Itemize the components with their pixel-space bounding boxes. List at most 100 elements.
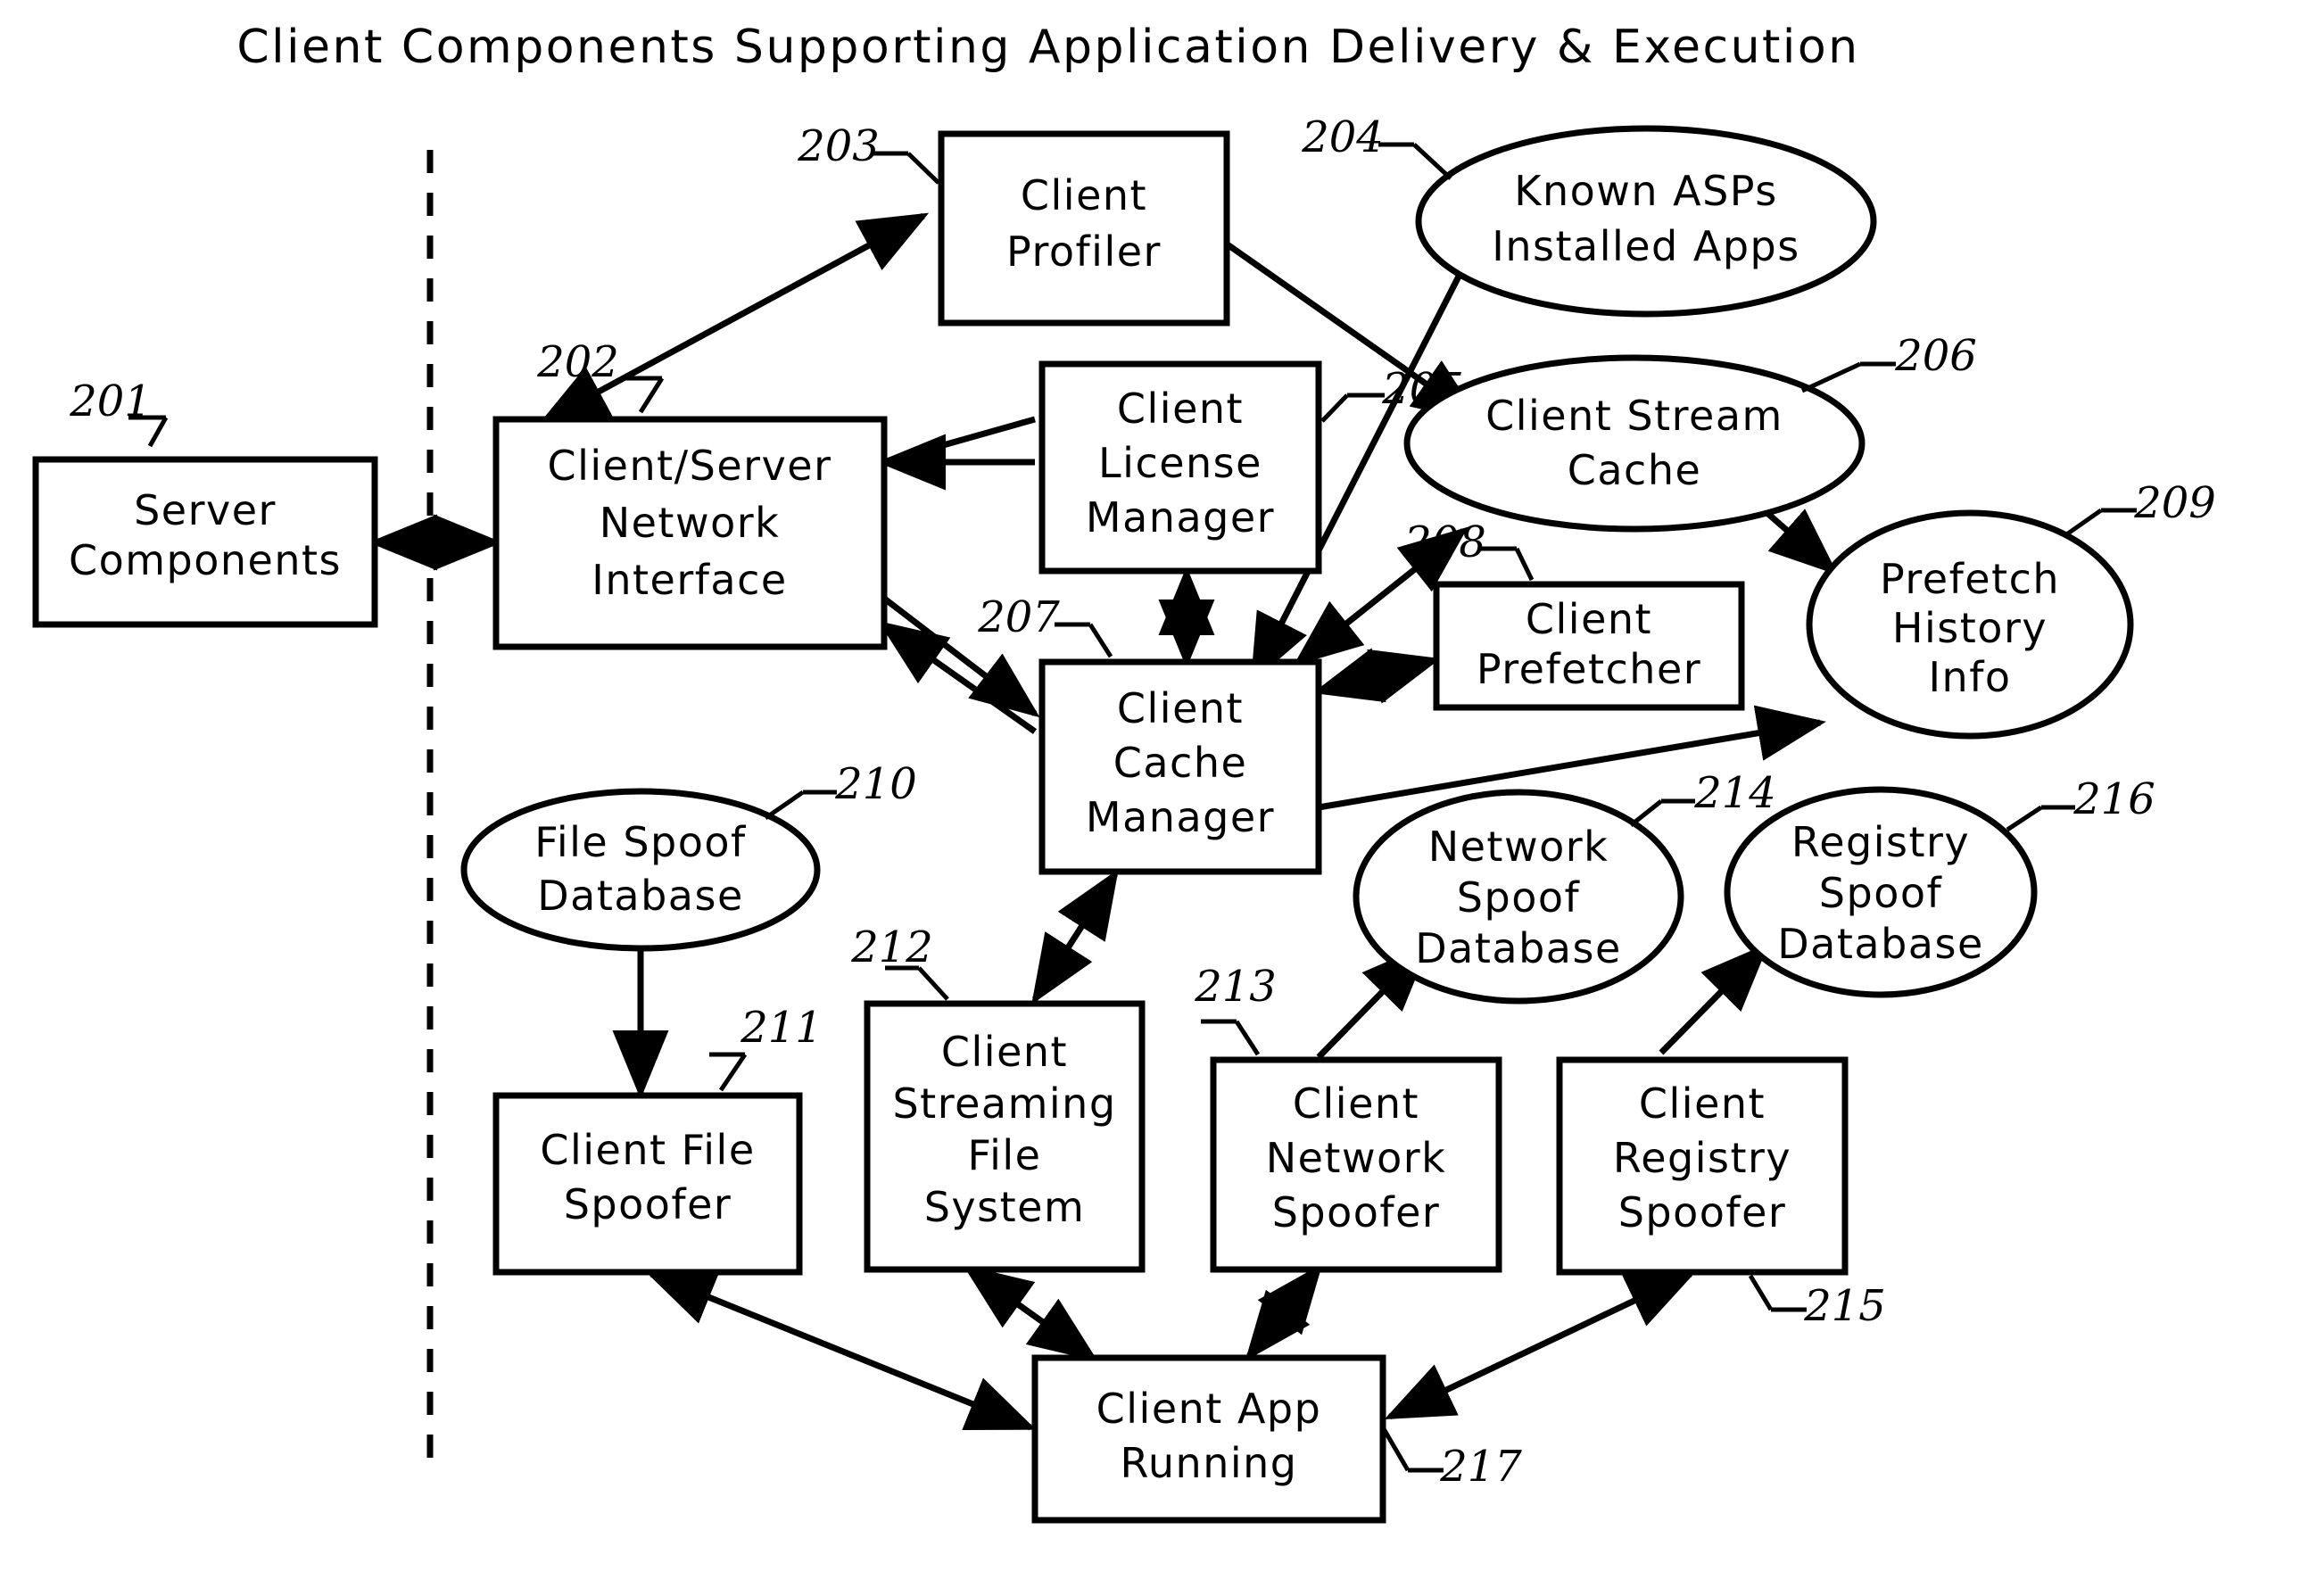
- connector-stream-cache-to-prefetch-history: [1759, 506, 1839, 575]
- client-app-running-label-line2: Running: [1121, 1439, 1298, 1487]
- connector-cache-manager-to-streaming-file-system: [1031, 869, 1119, 1005]
- client-server-network-interface-label-line3: Interface: [592, 556, 787, 604]
- leader-205: [1320, 393, 1349, 423]
- client-license-manager-label-line1: Client: [1117, 385, 1244, 433]
- leader-210: [764, 790, 805, 821]
- ref-number-216: 216: [2072, 774, 2155, 824]
- figure-title: Client Components Supporting Application…: [236, 21, 1859, 74]
- connector-network-interface-to-license-manager: [882, 416, 1036, 466]
- prefetch-history-info-label-line2: History: [1892, 604, 2048, 652]
- node-registry-spoof-database[interactable]: Registry Spoof Database 216: [1724, 774, 2155, 998]
- node-client-server-network-interface[interactable]: Client/Server Network Interface 202: [492, 337, 888, 650]
- prefetch-history-info-label-line1: Prefetch: [1880, 555, 2060, 603]
- client-streaming-file-system-label-line2: Streaming: [892, 1079, 1116, 1128]
- leader-215: [1748, 1274, 1774, 1311]
- ref-number-210: 210: [834, 759, 917, 809]
- connector-network-interface-to-client-profiler: [538, 212, 930, 425]
- client-registry-spoofer-label-line3: Spoofer: [1618, 1188, 1787, 1236]
- client-registry-spoofer-label-line2: Registry: [1613, 1134, 1791, 1182]
- connector-network-spoofer-to-client-app: [1245, 1263, 1323, 1361]
- client-app-running-label-line1: Client App: [1096, 1385, 1322, 1433]
- ref-number-215: 215: [1803, 1281, 1886, 1331]
- leader-212: [917, 966, 949, 1001]
- client-profiler-label-line2: Profiler: [1006, 227, 1162, 276]
- node-network-spoof-database[interactable]: Network Spoof Database 214: [1353, 768, 1776, 1005]
- known-asps-installed-apps-ellipse[interactable]: [1415, 125, 1877, 318]
- leader-203: [906, 152, 940, 185]
- node-client-prefetcher[interactable]: Client Prefetcher 208: [1403, 517, 1745, 711]
- client-cache-manager-label-line1: Client: [1117, 684, 1244, 732]
- client-registry-spoofer-label-line1: Client: [1639, 1079, 1766, 1128]
- file-spoof-database-ellipse[interactable]: [460, 788, 821, 952]
- connector-registry-spoofer-to-client-app: [1384, 1270, 1697, 1420]
- client-server-network-interface-label-line1: Client/Server: [547, 442, 831, 490]
- leader-214: [1629, 799, 1663, 827]
- node-file-spoof-database[interactable]: File Spoof Database 210: [460, 759, 917, 952]
- client-file-spoofer-label-line2: Spoofer: [564, 1180, 732, 1228]
- leader-202: [638, 376, 665, 414]
- ref-number-211: 211: [740, 1003, 823, 1053]
- client-server-network-interface-label-line2: Network: [600, 499, 781, 547]
- ref-number-213: 213: [1194, 962, 1277, 1012]
- server-components-label-line1: Server: [134, 486, 277, 534]
- leader-209: [2064, 508, 2103, 538]
- node-client-license-manager[interactable]: Client License Manager 205: [1038, 360, 1464, 575]
- leader-208: [1514, 547, 1535, 582]
- ref-number-214: 214: [1693, 768, 1776, 818]
- ref-number-203: 203: [797, 121, 880, 171]
- node-client-app-running[interactable]: Client App Running 217: [1031, 1354, 1522, 1524]
- file-spoof-database-label-line1: File Spoof: [534, 818, 747, 866]
- client-stream-cache-label-line2: Cache: [1568, 446, 1702, 494]
- leader-204: [1412, 143, 1452, 180]
- leader-217: [1380, 1426, 1411, 1472]
- leader-211: [718, 1053, 748, 1092]
- leader-213: [1234, 1020, 1261, 1056]
- leader-207: [1088, 623, 1113, 658]
- node-client-network-spoofer[interactable]: Client Network Spoofer 213: [1194, 962, 1502, 1273]
- ref-number-209: 209: [2133, 478, 2216, 528]
- client-streaming-file-system-label-line1: Client: [941, 1028, 1068, 1076]
- connector-file-spoofer-to-client-app: [645, 1270, 1037, 1431]
- client-license-manager-label-line3: Manager: [1086, 493, 1275, 542]
- diagram-canvas: Client Components Supporting Application…: [32, 21, 2216, 1524]
- node-client-cache-manager[interactable]: Client Cache Manager 207: [977, 592, 1322, 875]
- node-known-asps-installed-apps[interactable]: Known ASPs Installed Apps 204: [1301, 112, 1877, 318]
- leader-206: [1800, 361, 1862, 393]
- node-client-stream-cache[interactable]: Client Stream Cache 206: [1403, 331, 1977, 533]
- ref-number-207: 207: [977, 592, 1060, 642]
- client-stream-cache-label-line1: Client Stream: [1485, 392, 1783, 440]
- leader-216: [2006, 805, 2043, 832]
- client-prefetcher-label-line1: Client: [1526, 595, 1652, 643]
- file-spoof-database-label-line2: Database: [537, 872, 744, 920]
- connector-registry-spoof-db-to-registry-spoofer: [1659, 943, 1769, 1055]
- node-server-components[interactable]: Server Components 201: [32, 376, 378, 628]
- network-spoof-database-label-line1: Network: [1428, 823, 1609, 871]
- leader-201: [147, 416, 169, 448]
- network-spoof-database-label-line2: Spoof: [1457, 873, 1581, 922]
- node-prefetch-history-info[interactable]: Prefetch History Info 209: [1806, 478, 2216, 740]
- client-file-spoofer-label-line1: Client File: [540, 1126, 755, 1174]
- client-cache-manager-label-line3: Manager: [1086, 793, 1275, 841]
- client-network-spoofer-label-line1: Client: [1293, 1079, 1419, 1128]
- client-prefetcher-label-line2: Prefetcher: [1477, 645, 1701, 693]
- ref-number-208: 208: [1403, 517, 1486, 567]
- prefetch-history-info-label-line3: Info: [1928, 653, 2011, 701]
- client-stream-cache-ellipse[interactable]: [1403, 354, 1866, 533]
- client-streaming-file-system-label-line3: File: [968, 1131, 1042, 1179]
- ref-number-201: 201: [69, 376, 152, 426]
- node-client-profiler[interactable]: Client Profiler 203: [797, 121, 1230, 327]
- client-profiler-label-line1: Client: [1021, 171, 1147, 219]
- client-license-manager-label-line2: License: [1098, 439, 1262, 487]
- known-asps-installed-apps-label-line2: Installed Apps: [1492, 222, 1799, 270]
- patent-figure: Client Components Supporting Application…: [0, 0, 2300, 1596]
- ref-number-212: 212: [850, 922, 933, 972]
- client-cache-manager-label-line2: Cache: [1113, 739, 1248, 787]
- client-network-spoofer-label-line2: Network: [1266, 1134, 1447, 1182]
- network-spoof-database-label-line3: Database: [1415, 924, 1622, 972]
- registry-spoof-database-label-line1: Registry: [1791, 818, 1970, 866]
- registry-spoof-database-label-line2: Spoof: [1819, 869, 1943, 917]
- client-network-spoofer-label-line3: Spoofer: [1272, 1188, 1441, 1236]
- node-client-registry-spoofer[interactable]: Client Registry Spoofer 215: [1556, 1056, 1886, 1331]
- node-client-streaming-file-system[interactable]: Client Streaming File System 212: [850, 922, 1146, 1273]
- node-client-file-spoofer[interactable]: Client File Spoofer 211: [492, 1003, 823, 1276]
